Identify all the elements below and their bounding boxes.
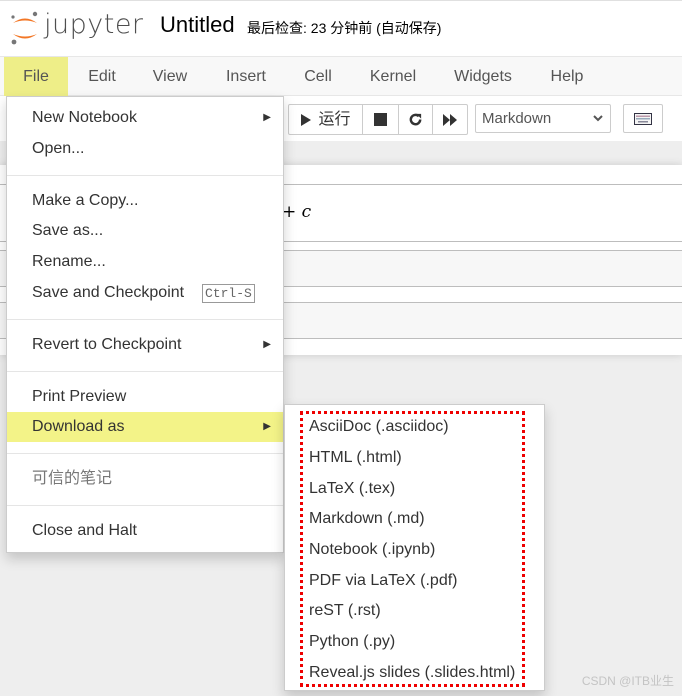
run-label: 运行 [318, 111, 351, 128]
menu-divider [7, 371, 283, 372]
run-button[interactable]: 运行 [289, 105, 363, 134]
menu-divider [7, 175, 283, 176]
submenu-arrow-icon: ▶ [263, 421, 271, 432]
cell-type-value: Markdown [482, 110, 552, 127]
fast-forward-icon [443, 113, 457, 126]
menu-help[interactable]: Help [542, 57, 592, 96]
menu-item-save-as[interactable]: Save as... [7, 216, 283, 246]
menu-item-download-as[interactable]: Download as ▶ [7, 412, 283, 442]
menu-item-open[interactable]: Open... [7, 134, 283, 164]
run-controls-group: 运行 [288, 104, 468, 135]
menu-item-label: Save and Checkpoint [32, 284, 185, 301]
cell-type-select[interactable]: Markdown [475, 104, 611, 133]
download-as-submenu: AsciiDoc (.asciidoc) HTML (.html) LaTeX … [284, 404, 545, 691]
menu-item-save-checkpoint[interactable]: Save and Checkpoint Ctrl-S [7, 278, 283, 308]
menu-widgets[interactable]: Widgets [446, 57, 520, 96]
command-palette-button[interactable] [623, 104, 663, 133]
restart-button[interactable] [399, 105, 433, 134]
menu-item-label: Revert to Checkpoint [32, 336, 182, 353]
menu-item-trusted-notebook: 可信的笔记 [32, 470, 113, 487]
notebook-title[interactable]: Untitled [160, 12, 235, 38]
menu-kernel[interactable]: Kernel [362, 57, 424, 96]
watermark: CSDN @ITB业生 [581, 674, 674, 688]
header: jupyter Untitled 最后检查: 23 分钟前 (自动保存) [0, 0, 682, 56]
menu-edit[interactable]: Edit [78, 57, 126, 96]
submenu-arrow-icon: ▶ [263, 339, 271, 350]
menu-divider [7, 453, 283, 454]
menu-item-revert-checkpoint[interactable]: Revert to Checkpoint ▶ [7, 330, 283, 360]
stop-icon [374, 113, 387, 126]
jupyter-logo-icon[interactable] [9, 10, 41, 46]
menu-file[interactable]: File [4, 57, 68, 96]
keyboard-shortcut: Ctrl-S [202, 284, 255, 303]
menubar: File Edit View Insert Cell Kernel Widget… [0, 56, 682, 96]
menu-item-label: New Notebook [32, 109, 137, 126]
run-all-button[interactable] [433, 105, 467, 134]
menu-item-close-halt[interactable]: Close and Halt [7, 516, 283, 546]
menu-item-new-notebook[interactable]: New Notebook ▶ [7, 103, 283, 133]
menu-item-print-preview[interactable]: Print Preview [7, 382, 283, 412]
menu-item-label: Download as [32, 418, 125, 435]
chevron-down-icon [592, 105, 604, 142]
file-menu-dropdown: New Notebook ▶ Open... Make a Copy... Sa… [6, 96, 284, 553]
keyboard-icon [634, 112, 652, 125]
menu-divider [7, 319, 283, 320]
menu-item-rename[interactable]: Rename... [7, 247, 283, 277]
menu-view[interactable]: View [144, 57, 196, 96]
play-icon [301, 113, 312, 126]
annotation-highlight-box [300, 411, 525, 687]
menu-item-make-copy[interactable]: Make a Copy... [7, 186, 283, 216]
rendered-math: + c [282, 202, 312, 222]
restart-icon [409, 113, 422, 126]
menu-cell[interactable]: Cell [296, 57, 340, 96]
menu-insert[interactable]: Insert [218, 57, 274, 96]
logo-text[interactable]: jupyter [44, 9, 144, 40]
menu-divider [7, 505, 283, 506]
interrupt-button[interactable] [363, 105, 399, 134]
submenu-arrow-icon: ▶ [263, 112, 271, 123]
checkpoint-status: 最后检查: 23 分钟前 (自动保存) [247, 20, 442, 36]
